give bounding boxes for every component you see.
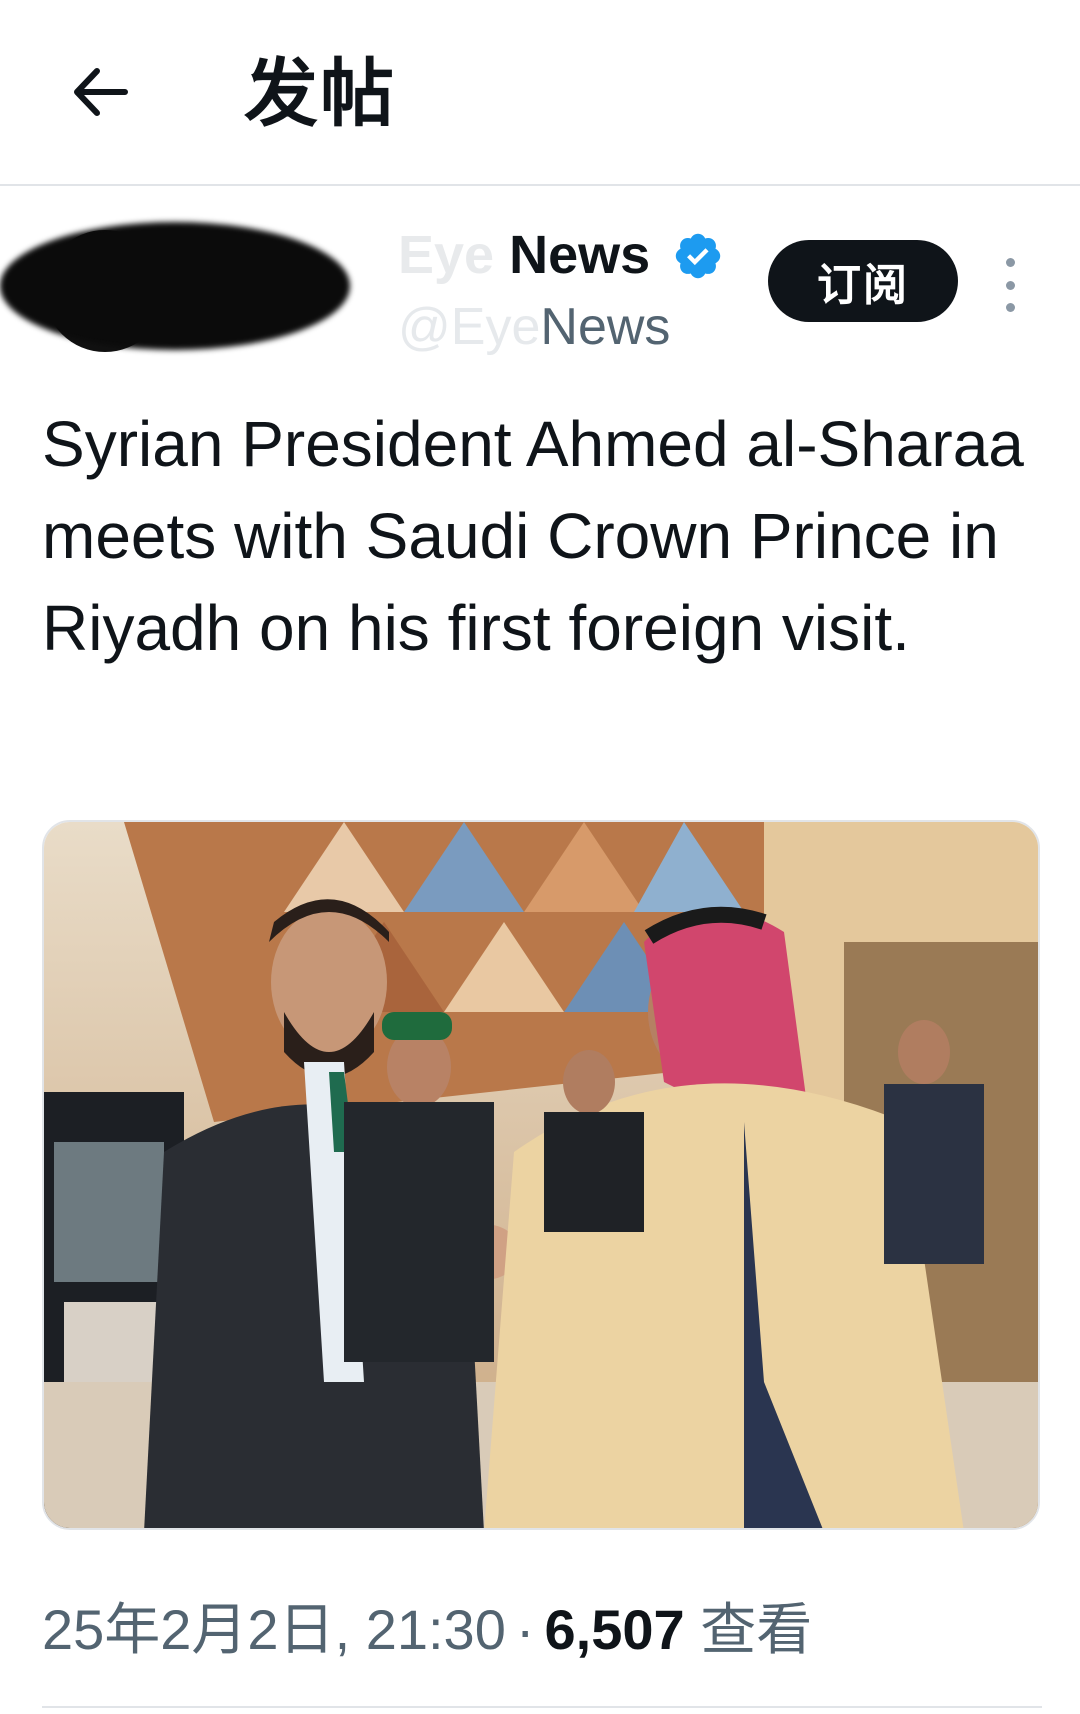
header-divider (0, 184, 1080, 186)
meta-separator: · (515, 1598, 535, 1661)
handle-faded: @Eye (398, 298, 541, 356)
page-title: 发帖 (244, 52, 396, 135)
back-button[interactable] (58, 50, 142, 134)
more-vertical-icon[interactable] (990, 252, 1030, 318)
arrow-left-icon (74, 68, 128, 116)
views-label: 查看 (700, 1598, 813, 1661)
user-handle[interactable]: @EyeNews (398, 296, 670, 358)
author-row: Eye News @EyeNews 订阅 (0, 200, 1080, 370)
tweet-meta: 25年2月2日, 21:30 · 6,507 查看 (42, 1590, 812, 1670)
more-dot (1005, 303, 1015, 312)
display-name-text: News (509, 225, 651, 285)
handle-text: News (540, 298, 671, 356)
display-name[interactable]: Eye News (398, 222, 650, 288)
redaction-scribble (0, 222, 350, 350)
tweet-text: Syrian President Ahmed al-Sharaa meets w… (42, 408, 1024, 664)
more-dot (1005, 280, 1015, 290)
more-dot (1005, 258, 1015, 267)
subscribe-button[interactable]: 订阅 (768, 240, 958, 322)
top-bar: 发帖 (0, 0, 1080, 184)
display-name-faded: Eye (398, 225, 510, 285)
tweet-photo[interactable] (42, 820, 1040, 1530)
bottom-divider (42, 1706, 1042, 1708)
view-count: 6,507 (544, 1598, 685, 1661)
timestamp[interactable]: 25年2月2日, 21:30 (42, 1598, 506, 1661)
photo-illustration (44, 822, 1038, 1528)
verified-badge-icon (675, 233, 721, 279)
